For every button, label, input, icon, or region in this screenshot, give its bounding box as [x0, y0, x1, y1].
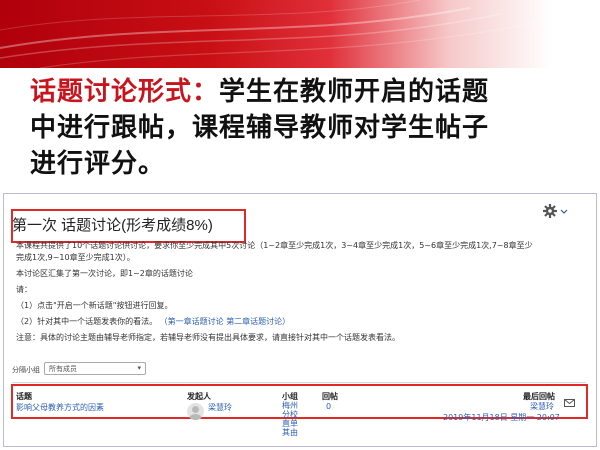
starter-link[interactable]: 梁慧玲 [208, 402, 232, 413]
page-title: 第一次 话题讨论(形考成绩8%) [12, 217, 213, 234]
desc-line-1: 本课程共提供了10个话题讨论供讨论，要求你至少完成其中5次讨论（1~2章至少完成… [16, 241, 533, 250]
banner-decoration [0, 0, 541, 68]
last-post-user[interactable]: 梁慧玲 [530, 401, 554, 412]
gear-icon[interactable] [542, 203, 568, 219]
divider [12, 382, 586, 383]
last-post-date[interactable]: 2019年11月18日 星期一 20:07 [443, 412, 560, 423]
group-line: 其由 [282, 428, 298, 437]
heading-accent: 话题讨论形式： [30, 77, 220, 107]
replies-count[interactable]: 0 [326, 402, 331, 411]
group-line: 梅州 [282, 401, 298, 410]
group-line: 分校 [282, 410, 298, 419]
desc-line-6: （2）针对其中一个话题发表你的看法。 （第一章话题讨论 第二章话题讨论） [16, 316, 290, 327]
slide-heading: 话题讨论形式：学生在教师开启的话题 中进行跟帖，课程辅导教师对学生帖子 进行评分… [30, 74, 590, 182]
desc-line-2: 完成1次,9~10章至少完成1次）。 [16, 253, 135, 262]
desc-line-4: 请： [16, 285, 32, 294]
forum-panel: 第一次 话题讨论(形考成绩8%) 本课程共提供了10个话题讨论供讨论，要求你至少… [3, 193, 597, 447]
heading-line3: 进行评分。 [30, 149, 166, 179]
group-select-value: 所有成员 [49, 365, 77, 373]
desc-line-5: （1）点击"开启一个新话题"按钮进行回复。 [16, 301, 173, 310]
desc-line-6-text: （2）针对其中一个话题发表你的看法。 [16, 317, 158, 326]
chapter1-link[interactable]: （第一章话题讨论 [160, 317, 224, 326]
desc-line-7: 注意：具体的讨论主题由辅导老师指定，若辅导老师没有提出具体要求，请直接针对其中一… [16, 333, 400, 342]
envelope-icon[interactable] [564, 399, 575, 407]
desc-line-3: 本讨论区汇集了第一次讨论，即1~2章的话题讨论 [16, 269, 193, 278]
topic-link[interactable]: 影响父母教养方式的因素 [16, 402, 104, 413]
heading-line1-rest: 学生在教师开启的话题 [219, 77, 490, 107]
chapter2-link[interactable]: 第二章话题讨论） [226, 317, 290, 326]
group-label: 分隔小组 [12, 366, 40, 374]
group-line: 直单 [282, 419, 298, 428]
heading-line2: 中进行跟帖，课程辅导教师对学生帖子 [30, 113, 490, 143]
chevron-down-icon: ▾ [137, 364, 141, 372]
avatar-icon[interactable] [187, 403, 204, 420]
group-select[interactable]: 所有成员 ▾ [44, 362, 146, 375]
group-cell[interactable]: 梅州 分校 直单 其由 [282, 401, 298, 437]
header-banner [0, 0, 600, 68]
